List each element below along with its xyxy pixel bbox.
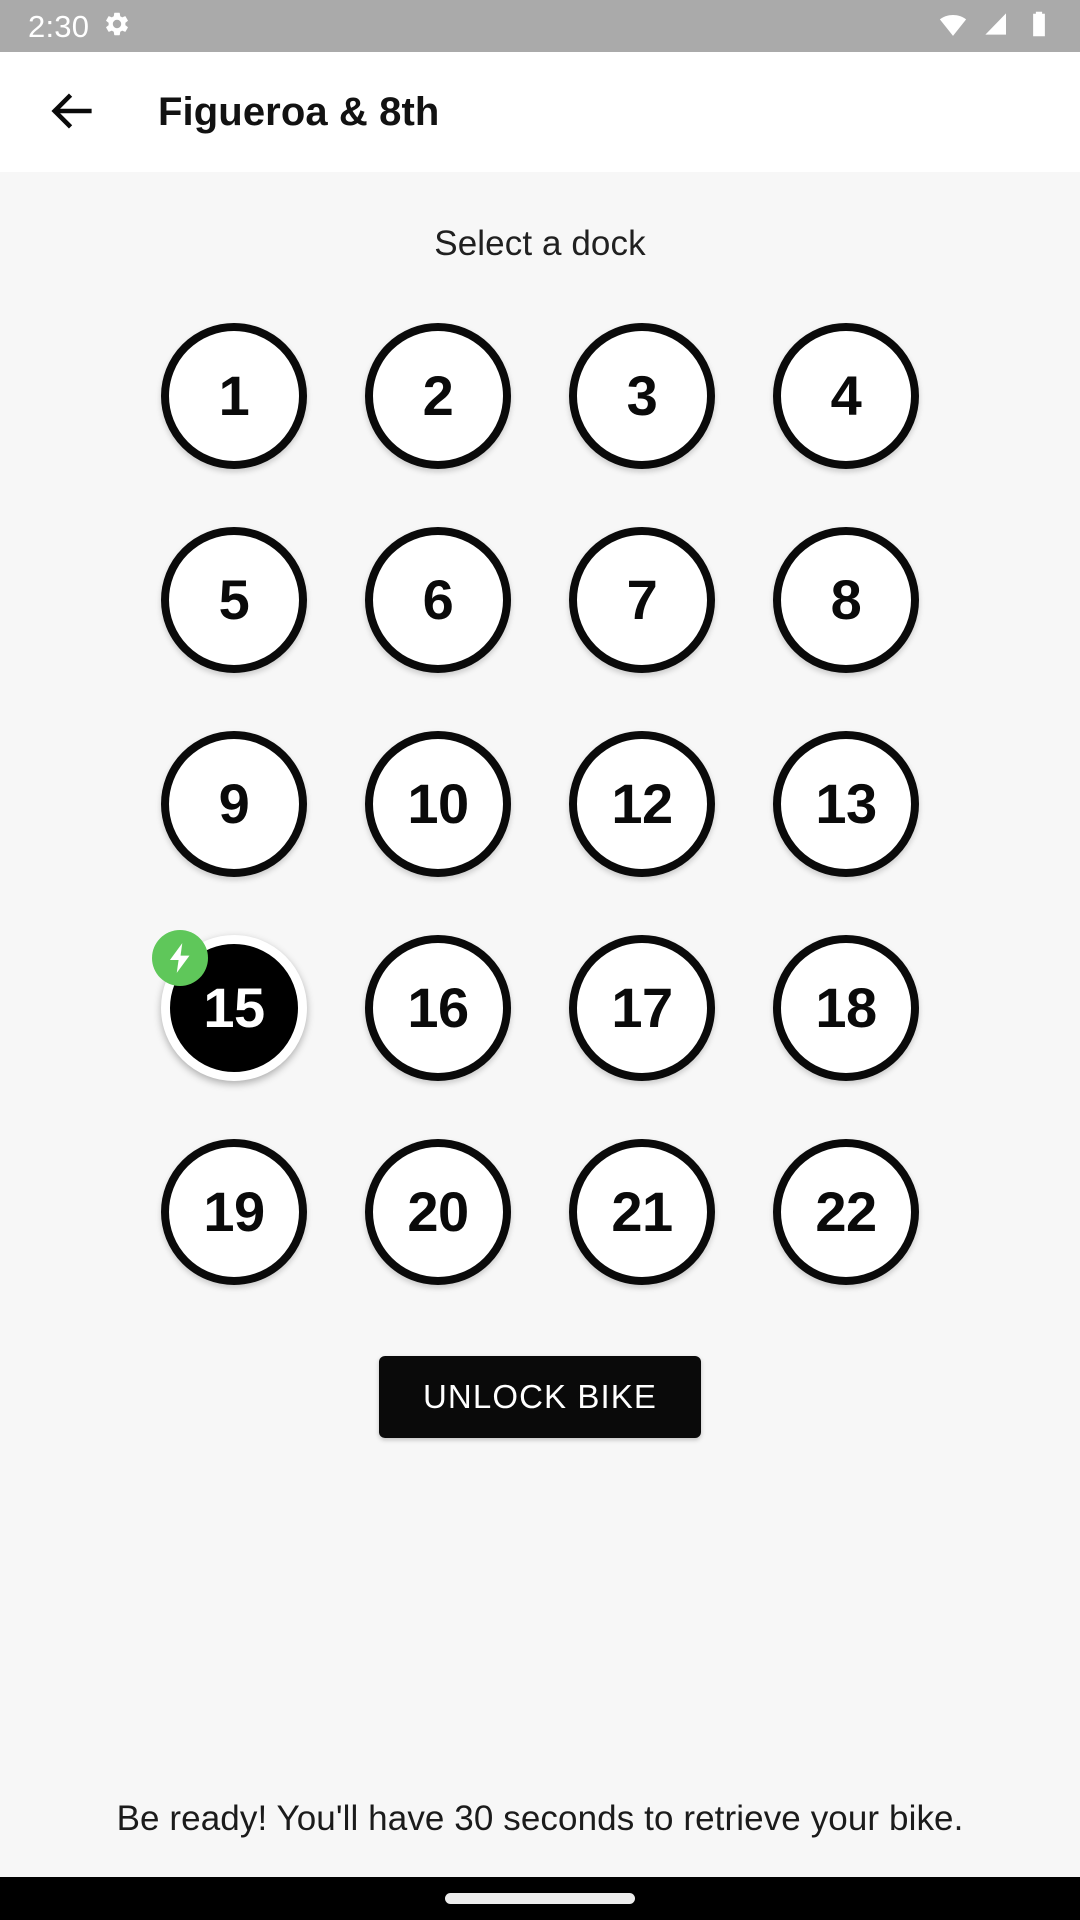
dock-cell: 22 [744,1110,948,1314]
dock-number-label: 22 [815,1180,877,1243]
dock-cell: 15 [132,906,336,1110]
unlock-button-container: UNLOCK BIKE [0,1356,1080,1438]
status-bar-right [938,9,1054,44]
dock-number-label: 2 [422,364,454,427]
dock-cell: 16 [336,906,540,1110]
dock-number-label: 1 [218,364,250,427]
ready-note: Be ready! You'll have 30 seconds to retr… [116,1799,964,1838]
home-gesture-pill[interactable] [445,1893,635,1904]
dock-cell: 1 [132,294,336,498]
dock-button-9[interactable]: 9 [161,731,307,877]
app-bar: Figueroa & 8th [0,52,1080,172]
dock-number-label: 20 [407,1180,469,1243]
dock-button-22[interactable]: 22 [773,1139,919,1285]
status-clock: 2:30 [28,8,90,44]
dock-cell: 7 [540,498,744,702]
dock-cell: 17 [540,906,744,1110]
dock-cell: 8 [744,498,948,702]
system-navigation-bar [0,1877,1080,1920]
dock-number-label: 15 [203,976,265,1039]
dock-button-16[interactable]: 16 [365,935,511,1081]
dock-number-label: 10 [407,772,469,835]
dock-cell: 4 [744,294,948,498]
battery-icon [1024,9,1054,44]
dock-number-label: 7 [626,568,658,631]
dock-button-4[interactable]: 4 [773,323,919,469]
wifi-icon [938,9,968,44]
dock-cell: 3 [540,294,744,498]
dock-cell: 2 [336,294,540,498]
dock-cell: 18 [744,906,948,1110]
page-title: Figueroa & 8th [158,89,440,134]
dock-button-21[interactable]: 21 [569,1139,715,1285]
dock-button-2[interactable]: 2 [365,323,511,469]
dock-grid: 1 2 3 4 5 6 7 8 9 10 12 13 15 16 17 18 19 20 21 22 [132,294,948,1314]
dock-number-label: 16 [407,976,469,1039]
dock-button-5[interactable]: 5 [161,527,307,673]
unlock-bike-button[interactable]: UNLOCK BIKE [379,1356,701,1438]
dock-button-15[interactable]: 15 [152,930,307,1081]
dock-button-19[interactable]: 19 [161,1139,307,1285]
dock-button-3[interactable]: 3 [569,323,715,469]
dock-number-label: 13 [815,772,877,835]
dock-cell: 13 [744,702,948,906]
status-bar-left: 2:30 [28,10,131,43]
dock-button-13[interactable]: 13 [773,731,919,877]
dock-number-label: 5 [218,568,250,631]
dock-button-20[interactable]: 20 [365,1139,511,1285]
dock-button-1[interactable]: 1 [161,323,307,469]
dock-number-label: 3 [626,364,658,427]
dock-button-7[interactable]: 7 [569,527,715,673]
dock-number-label: 21 [611,1180,673,1243]
dock-button-6[interactable]: 6 [365,527,511,673]
dock-cell: 10 [336,702,540,906]
dock-number-label: 9 [218,772,250,835]
dock-number-label: 12 [611,772,673,835]
charging-bolt-badge [152,930,208,986]
phone-screen: 2:30 Figueroa & 8th Select a dock 1 2 3 … [0,0,1080,1920]
cellular-signal-icon [981,9,1011,44]
dock-cell: 20 [336,1110,540,1314]
back-button[interactable] [36,76,108,148]
dock-selection-content: Select a dock 1 2 3 4 5 6 7 8 9 10 12 13 15 16 17 18 19 2… [0,172,1080,1877]
dock-number-label: 4 [830,364,862,427]
dock-number-label: 18 [815,976,877,1039]
dock-cell: 19 [132,1110,336,1314]
lightning-bolt-icon [169,943,190,973]
dock-cell: 21 [540,1110,744,1314]
select-dock-heading: Select a dock [434,224,646,263]
dock-button-17[interactable]: 17 [569,935,715,1081]
dock-number-label: 17 [611,976,673,1039]
dock-button-12[interactable]: 12 [569,731,715,877]
dock-cell: 6 [336,498,540,702]
dock-cell: 5 [132,498,336,702]
dock-button-10[interactable]: 10 [365,731,511,877]
dock-number-label: 19 [203,1180,265,1243]
dock-button-18[interactable]: 18 [773,935,919,1081]
back-arrow-icon [46,85,98,140]
dock-number-label: 8 [830,568,862,631]
dock-cell: 12 [540,702,744,906]
dock-number-label: 6 [422,568,454,631]
gear-icon [103,10,131,43]
dock-cell: 9 [132,702,336,906]
dock-button-8[interactable]: 8 [773,527,919,673]
status-bar: 2:30 [0,0,1080,52]
